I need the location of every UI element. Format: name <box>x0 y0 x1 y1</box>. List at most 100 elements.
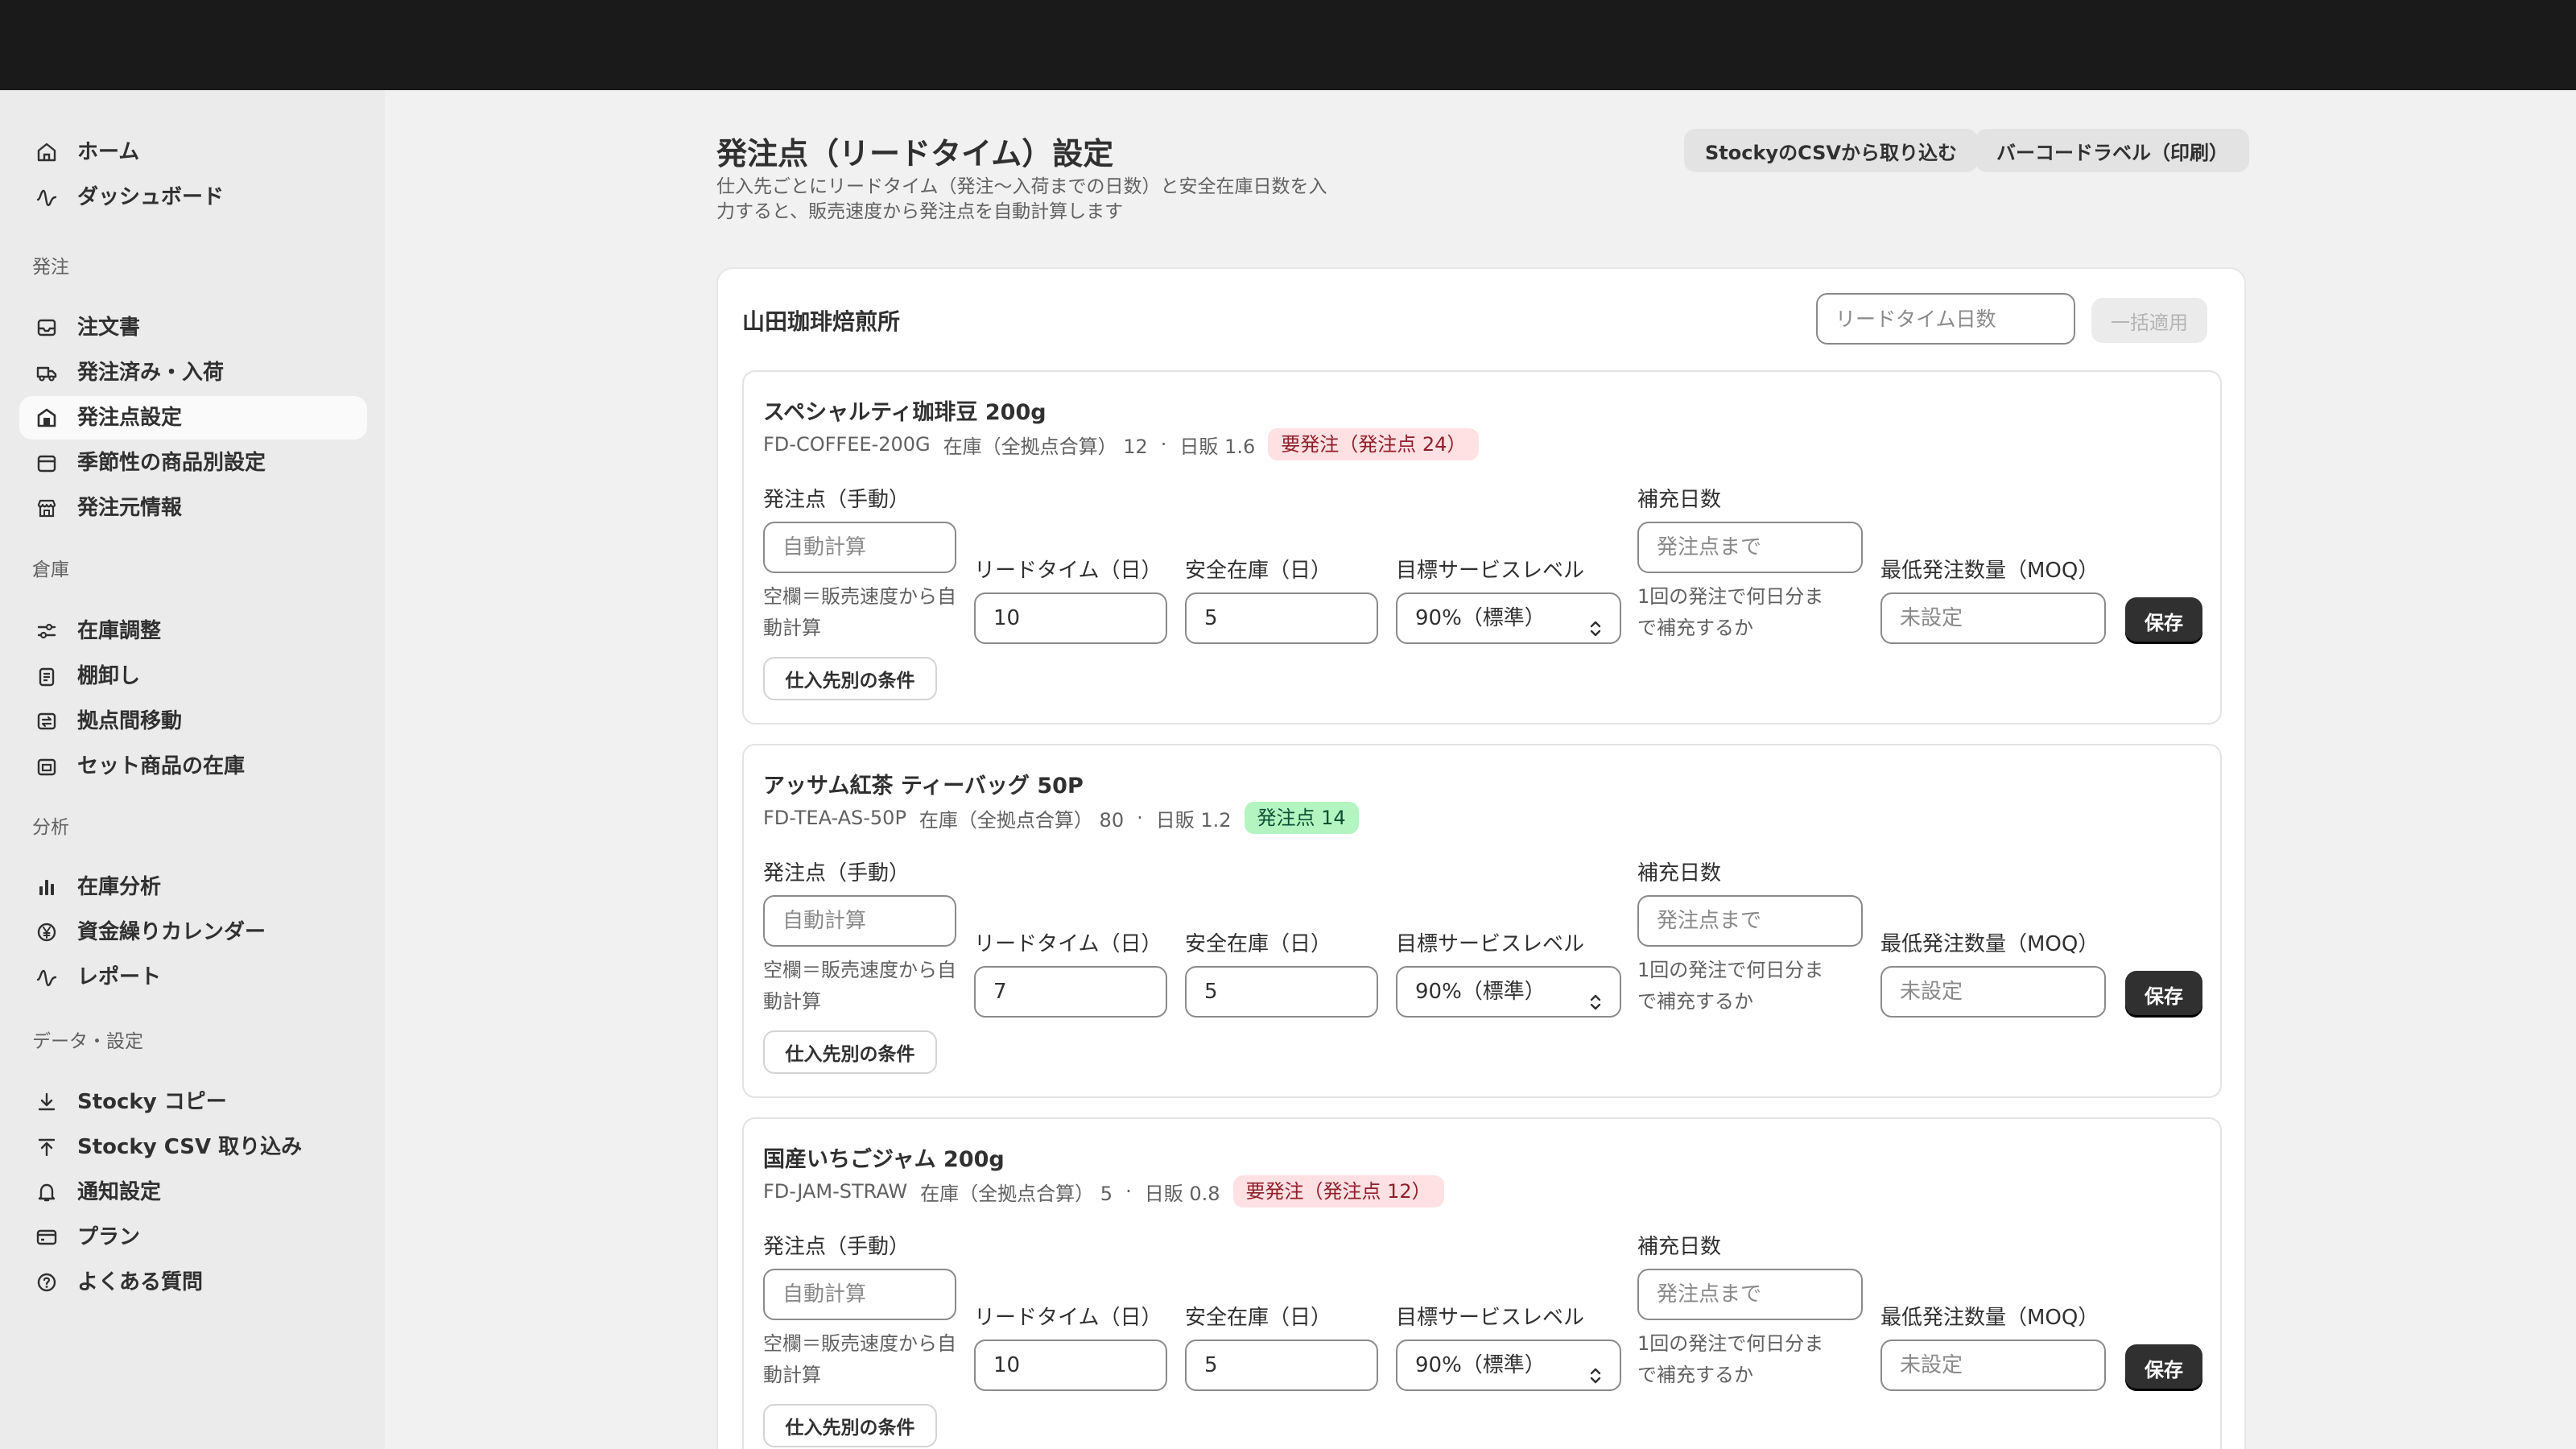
sidebar-item-label: ダッシュボード <box>77 185 225 209</box>
sidebar-item-label: 在庫分析 <box>77 875 162 899</box>
sidebar-item-label: 在庫調整 <box>77 619 162 643</box>
sidebar-item-sidebar-sections-0-items-1[interactable]: 発注済み・入荷 <box>19 351 367 394</box>
safety-stock-input[interactable] <box>1185 1340 1378 1391</box>
supplier-conditions-button[interactable]: 仕入先別の条件 <box>763 1404 937 1447</box>
lead-time-input[interactable] <box>974 592 1167 644</box>
sidebar-item-label: 発注済み・入荷 <box>77 361 225 385</box>
home-icon <box>35 141 58 163</box>
sidebar-item-label: 資金繰りカレンダー <box>77 920 266 944</box>
safety-stock-label: 安全在庫（日） <box>1185 1306 1332 1330</box>
sidebar-item-label: 棚卸し <box>77 664 141 688</box>
truck-icon <box>35 361 58 384</box>
reorder-point-label: 発注点（手動） <box>763 488 910 512</box>
sidebar-item-sidebar-sections-3-items-0[interactable]: Stocky コピー <box>19 1080 367 1124</box>
supplier-conditions-button[interactable]: 仕入先別の条件 <box>763 657 937 700</box>
sidebar-item-sidebar-sections-2-items-1[interactable]: 資金繰りカレンダー <box>19 910 367 954</box>
bell-icon <box>35 1181 58 1203</box>
reorder-point-input[interactable] <box>763 1269 956 1320</box>
bulk-lead-time-input[interactable] <box>1816 293 2075 345</box>
sidebar-item-label: ホーム <box>77 140 140 164</box>
reorder-point-label: 発注点（手動） <box>763 1235 910 1259</box>
service-level-select[interactable]: 90%（標準） <box>1396 1340 1621 1391</box>
sidebar-item-label: 発注元情報 <box>77 496 183 520</box>
sidebar-section-title: 倉庫 <box>32 559 69 580</box>
sidebar-item-sidebar-sections-0-items-0[interactable]: 注文書 <box>19 306 367 349</box>
sidebar-item-label: Stocky コピー <box>77 1090 227 1114</box>
bulk-apply-button[interactable]: 一括適用 <box>2091 298 2207 343</box>
supplier-conditions-button[interactable]: 仕入先別の条件 <box>763 1030 937 1074</box>
question-icon <box>35 1271 58 1294</box>
sidebar-item-sidebar-sections-3-items-1[interactable]: Stocky CSV 取り込み <box>19 1125 367 1169</box>
chevron-up-down-icon <box>1587 982 1604 1010</box>
sidebar-item-sidebar-sections-1-items-2[interactable]: 拠点間移動 <box>19 700 367 743</box>
safety-stock-input[interactable] <box>1185 592 1378 644</box>
bundle-icon <box>35 755 58 778</box>
pulse-icon <box>35 186 58 208</box>
clipboard-icon <box>35 665 58 687</box>
lead-time-label: リードタイム（日） <box>974 559 1162 583</box>
save-button[interactable]: 保存 <box>2125 597 2202 644</box>
service-level-select[interactable]: 90%（標準） <box>1396 966 1621 1018</box>
sidebar-item-sidebar-sections-2-items-0[interactable]: 在庫分析 <box>19 865 367 909</box>
sidebar-item-label: 拠点間移動 <box>77 709 183 733</box>
sidebar-item-label: 季節性の商品別設定 <box>77 451 266 475</box>
lead-time-label: リードタイム（日） <box>974 1306 1162 1330</box>
save-button[interactable]: 保存 <box>2125 1344 2202 1391</box>
replenish-days-input[interactable] <box>1637 895 1863 947</box>
sidebar-item-label: 注文書 <box>77 316 141 340</box>
stock-quantity: 在庫（全拠点合算） 5 <box>920 1182 1113 1205</box>
sidebar-item-sidebar-sections-1-items-3[interactable]: セット商品の在庫 <box>19 745 367 788</box>
product-name: 国産いちごジャム 200g <box>763 1147 1005 1172</box>
sidebar-item-sidebar-sections-3-items-3[interactable]: プラン <box>19 1216 367 1259</box>
sidebar-item-sidebar-sections-3-items-2[interactable]: 通知設定 <box>19 1170 367 1214</box>
inbox-icon <box>35 316 58 339</box>
print-barcode-labels-button[interactable]: バーコードラベル（印刷） <box>1975 129 2249 172</box>
reorder-point-help: 空欄＝販売速度から自動計算 <box>763 585 956 639</box>
sidebar-item-sidebar-sections-1-items-1[interactable]: 棚卸し <box>19 654 367 698</box>
sidebar-item-sidebar-sections-1-items-0[interactable]: 在庫調整 <box>19 609 367 653</box>
stock-quantity: 在庫（全拠点合算） 12 <box>943 435 1148 458</box>
product-name: スペシャルティ珈琲豆 200g <box>763 400 1046 425</box>
reorder-point-input[interactable] <box>763 895 956 947</box>
sidebar-item-sidebar-sections-0-items-3[interactable]: 季節性の商品別設定 <box>19 441 367 485</box>
transfer-icon <box>35 710 58 733</box>
calendar-icon <box>35 452 58 474</box>
product-name: アッサム紅茶 ティーバッグ 50P <box>763 774 1084 799</box>
moq-input[interactable] <box>1880 592 2106 644</box>
separator-dot: · <box>1137 807 1143 829</box>
sidebar-item-label: レポート <box>77 965 162 989</box>
import-stocky-csv-button[interactable]: StockyのCSVから取り込む <box>1684 129 1978 172</box>
service-level-label: 目標サービスレベル <box>1396 932 1585 956</box>
lead-time-input[interactable] <box>974 966 1167 1018</box>
sidebar-item-label: よくある質問 <box>77 1270 204 1294</box>
moq-label: 最低発注数量（MOQ） <box>1880 932 2099 956</box>
product-meta: FD-JAM-STRAW 在庫（全拠点合算） 5 · 日販 0.8 要発注（発注点 12… <box>763 1175 1444 1208</box>
lead-time-input[interactable] <box>974 1340 1167 1391</box>
lead-time-label: リードタイム（日） <box>974 932 1162 956</box>
safety-stock-input[interactable] <box>1185 966 1378 1018</box>
upload-icon <box>35 1136 58 1158</box>
yen-icon <box>35 921 58 943</box>
replenish-days-input[interactable] <box>1637 522 1863 573</box>
save-button[interactable]: 保存 <box>2125 971 2202 1018</box>
moq-input[interactable] <box>1880 966 2106 1018</box>
reorder-point-input[interactable] <box>763 522 956 573</box>
sidebar-item-sidebar-sections-2-items-2[interactable]: レポート <box>19 956 367 999</box>
sidebar-item-label: セット商品の在庫 <box>77 754 246 778</box>
separator-dot: · <box>1125 1180 1132 1203</box>
sidebar-item-label: Stocky CSV 取り込み <box>77 1135 303 1159</box>
sidebar-item-sidebar-sections-0-items-2[interactable]: 発注点設定 <box>19 396 367 440</box>
bar-chart-icon <box>35 876 58 898</box>
service-level-select[interactable]: 90%（標準） <box>1396 592 1621 644</box>
product-meta: FD-TEA-AS-50P 在庫（全拠点合算） 80 · 日販 1.2 発注点 14 <box>763 802 1359 834</box>
sidebar-item-sidebar-top_items-0[interactable]: ホーム <box>19 130 367 174</box>
sidebar-item-sidebar-sections-0-items-4[interactable]: 発注元情報 <box>19 486 367 530</box>
daily-sales: 日販 1.2 <box>1155 808 1232 832</box>
sidebar-item-sidebar-top_items-1[interactable]: ダッシュボード <box>19 175 367 219</box>
sidebar-item-sidebar-sections-3-items-4[interactable]: よくある質問 <box>19 1261 367 1304</box>
sidebar-section-title: 発注 <box>32 257 69 278</box>
moq-input[interactable] <box>1880 1340 2106 1391</box>
replenish-days-input[interactable] <box>1637 1269 1863 1320</box>
main-content: 発注点（リードタイム）設定 仕入先ごとにリードタイム（発注〜入荷までの日数）と安… <box>385 90 2576 1449</box>
product-sku: FD-JAM-STRAW <box>763 1180 908 1203</box>
